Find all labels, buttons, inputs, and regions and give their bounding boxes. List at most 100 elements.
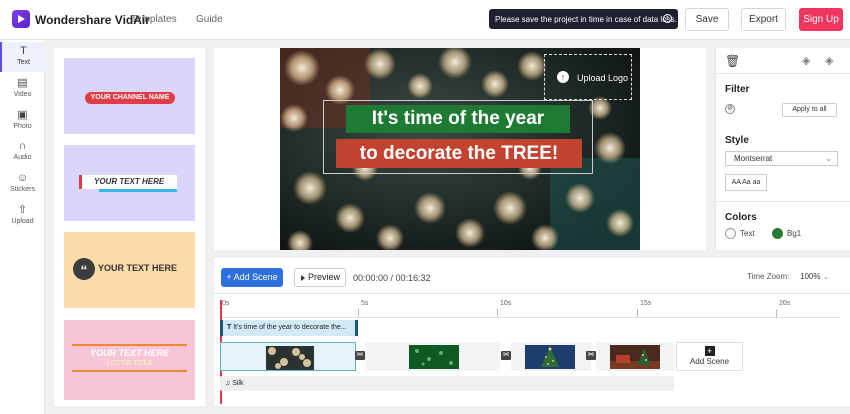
upload-logo-placeholder[interactable]: ↑ Upload Logo <box>544 54 632 100</box>
template-accent-line <box>72 344 187 346</box>
bg-color-swatch[interactable] <box>772 228 783 239</box>
transition-icon[interactable]: ⋈ <box>586 351 596 360</box>
template-card[interactable]: YOUR TEXT HERE <box>64 145 195 221</box>
scene-clip[interactable] <box>220 342 356 371</box>
text-color-label: Text <box>740 229 755 238</box>
add-scene-tile[interactable]: + Add Scene <box>676 342 743 371</box>
toast-close-icon[interactable]: × <box>663 14 672 23</box>
template-text: YOUR TEXT HERE <box>79 175 177 189</box>
quote-icon: “ <box>73 258 95 280</box>
timecode: 00:00:00 / 00:16:32 <box>353 273 431 283</box>
text-icon: T <box>20 45 27 57</box>
tick-mark <box>776 309 777 317</box>
no-filter-icon[interactable]: ⊘ <box>725 104 735 114</box>
template-card[interactable]: YOUR CHANNEL NAME <box>64 58 195 134</box>
template-text: YOUR TEXT HERE <box>89 348 169 358</box>
tick-mark <box>637 309 638 317</box>
preview-button[interactable]: Preview <box>294 268 346 287</box>
headline-line-1[interactable]: It's time of the year <box>346 105 570 133</box>
upload-logo-label: Upload Logo <box>577 73 629 83</box>
tick-label: 10s <box>500 300 512 307</box>
text-icon: T <box>227 324 232 331</box>
tick-mark <box>358 309 359 317</box>
upload-icon: ⇧ <box>17 204 28 216</box>
nav-guide[interactable]: Guide <box>196 14 223 25</box>
tick-mark <box>497 309 498 317</box>
sidebar-item-text[interactable]: T Text <box>0 42 45 72</box>
add-scene-tile-label: Add Scene <box>689 357 730 366</box>
headphones-icon: ∩ <box>18 140 27 152</box>
headline-line-2[interactable]: to decorate the TREE! <box>336 139 582 168</box>
export-button[interactable]: Export <box>741 8 786 31</box>
tick-label: 20s <box>779 300 791 307</box>
sidebar-item-label: Audio <box>13 154 32 161</box>
template-card[interactable]: YOUR TEXT HERE LOTTIE TITLE <box>64 320 195 400</box>
time-zoom-label: Time Zoom: <box>747 272 790 281</box>
nav-templates[interactable]: Templates <box>131 14 177 25</box>
scene-thumbnail <box>525 345 575 369</box>
text-color-swatch[interactable] <box>725 228 736 239</box>
sidebar-item-video[interactable]: ▤ Video <box>0 74 45 104</box>
scene-clip[interactable] <box>365 342 500 371</box>
add-scene-label: Add Scene <box>233 272 278 282</box>
trash-icon[interactable]: 🗑 <box>725 54 740 68</box>
sidebar-item-upload[interactable]: ⇧ Upload <box>0 201 45 231</box>
upload-arrow-icon: ↑ <box>557 71 569 83</box>
font-select[interactable]: Montserrat ⌄ <box>725 151 838 166</box>
style-label: Style <box>725 135 749 146</box>
time-ruler[interactable]: 0s 5s 10s 15s 20s <box>220 298 840 318</box>
toast-text: Please save the project in time in case … <box>495 15 677 24</box>
timeline-panel: + Add Scene Preview 00:00:00 / 00:16:32 … <box>214 258 850 406</box>
tick-label: 0s <box>222 300 230 307</box>
sign-up-button[interactable]: Sign Up <box>799 8 843 31</box>
sidebar-item-audio[interactable]: ∩ Audio <box>0 137 45 167</box>
transition-icon[interactable]: ⋈ <box>501 351 511 360</box>
layer-down-icon[interactable]: ◈ <box>825 54 833 67</box>
scene-thumbnail <box>266 346 314 370</box>
time-zoom-value: 100% <box>800 272 821 281</box>
scene-thumbnail <box>409 345 459 369</box>
tick-label: 5s <box>361 300 369 307</box>
scene-thumbnail <box>610 345 660 369</box>
text-case-selector[interactable]: AA Aa aa <box>725 174 767 191</box>
sidebar-item-label: Text <box>17 59 30 66</box>
sidebar-item-photo[interactable]: ▣ Photo <box>0 106 45 136</box>
audio-track-clip[interactable]: ♫ Silk <box>220 376 674 391</box>
bg-color-label: Bg1 <box>787 229 802 238</box>
template-accent-bar <box>99 189 177 192</box>
left-sidebar: T Text ▤ Video ▣ Photo ∩ Audio ☺ Sticker… <box>0 40 45 414</box>
template-subtext: LOTTIE TITLE <box>106 360 153 367</box>
chevron-down-icon: ⌄ <box>822 272 830 281</box>
sidebar-item-label: Stickers <box>10 186 35 193</box>
text-clip-label: It's time of the year to decorate the... <box>233 324 347 331</box>
divider <box>716 201 850 202</box>
sidebar-item-stickers[interactable]: ☺ Stickers <box>0 169 45 199</box>
template-text: YOUR TEXT HERE <box>98 263 178 273</box>
video-preview-canvas[interactable]: ↑ Upload Logo It's time of the year to d… <box>280 48 640 250</box>
photo-icon: ▣ <box>17 109 28 121</box>
properties-panel: 🗑 ◈ ◈ Filter ⊘ Apply to all Style Montse… <box>715 48 850 250</box>
template-card[interactable]: “ YOUR TEXT HERE <box>64 232 195 308</box>
add-scene-button[interactable]: + Add Scene <box>221 268 283 287</box>
apply-to-all-button[interactable]: Apply to all <box>782 103 837 117</box>
sidebar-item-label: Video <box>13 91 32 98</box>
font-value: Montserrat <box>734 154 773 163</box>
filter-label: Filter <box>725 84 750 95</box>
layer-up-icon[interactable]: ◈ <box>802 54 810 67</box>
save-button[interactable]: Save <box>685 8 729 31</box>
plus-icon: + <box>704 346 715 356</box>
smiley-icon: ☺ <box>16 172 29 184</box>
scene-clip[interactable] <box>596 342 674 371</box>
transition-icon[interactable]: ⋈ <box>355 351 365 360</box>
divider <box>716 73 850 74</box>
scene-clip[interactable] <box>511 342 591 371</box>
audio-clip-label: Silk <box>232 380 244 387</box>
text-templates-panel: YOUR CHANNEL NAME YOUR TEXT HERE “ YOUR … <box>54 48 205 406</box>
vidair-logo-icon <box>12 10 30 28</box>
time-zoom-select[interactable]: 100% ⌄ <box>800 272 829 281</box>
divider <box>214 293 850 294</box>
template-text: YOUR CHANNEL NAME <box>85 92 175 104</box>
sidebar-item-label: Upload <box>11 218 34 225</box>
text-track-clip[interactable]: T It's time of the year to decorate the.… <box>220 320 358 336</box>
video-icon: ▤ <box>17 77 28 89</box>
